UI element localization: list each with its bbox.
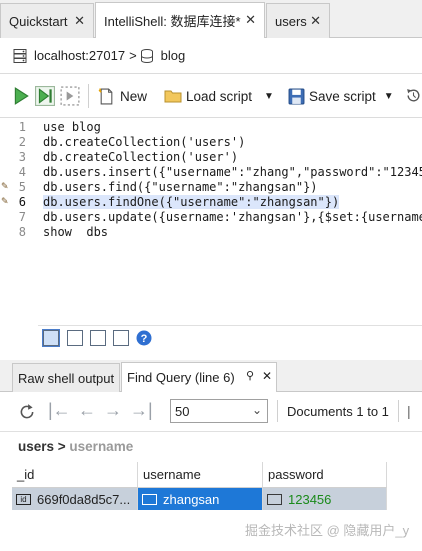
first-page-icon[interactable]: |← [48,400,71,421]
tab-intellishell[interactable]: IntelliShell: 数据库连接* ✕ [95,2,265,38]
save-icon [288,88,305,104]
refresh-icon[interactable] [18,403,36,421]
tab-intellishell-label: IntelliShell: 数据库连接* [104,14,241,29]
server-icon [13,48,27,63]
page-size-value: 50 [175,403,190,419]
pager-icon[interactable]: | [407,403,411,419]
tab-users[interactable]: users ✕ [266,3,330,38]
run-icon[interactable] [12,86,30,106]
breadcrumb-separator: > [129,48,137,63]
chevron-down-icon[interactable]: ▼ [384,91,394,102]
code-line[interactable]: db.createCollection('users') [43,135,245,149]
save-script-button[interactable]: Save script ▼ [288,84,394,108]
code-line[interactable]: db.users.update({username:'zhangsan'},{$… [43,210,422,224]
close-icon[interactable]: ✕ [245,12,256,28]
toolbar-divider [398,400,399,422]
code-line[interactable]: db.users.find({"username":"zhangsan"}) [43,180,318,194]
line-number: 6 [18,195,26,209]
result-tab-bar: Raw shell output Find Query (line 6) ⚲ ✕ [0,360,422,392]
next-page-icon[interactable]: → [104,400,122,421]
svg-text:?: ? [141,333,148,345]
pin-icon[interactable]: ⚲ [246,369,254,382]
result-collection[interactable]: users [18,439,54,454]
cell-password-value: 123456 [288,491,332,507]
page-size-select[interactable]: 50 ⌄ [170,399,268,423]
close-icon[interactable]: ✕ [74,13,85,29]
tab-users-label: users [275,13,307,29]
tab-find-query-label: Find Query (line 6) [127,370,235,385]
column-header-id[interactable]: _id [12,462,138,488]
run-line-icon[interactable] [35,85,55,107]
toolbar-divider [88,84,89,108]
close-icon[interactable]: ✕ [310,13,321,29]
code-line[interactable]: show dbs [43,225,108,239]
code-line[interactable]: db.users.insert({"username":"zhang","pas… [43,165,422,179]
tab-quickstart-label: Quickstart [9,13,68,29]
string-type-icon [267,493,282,505]
run-selection-icon[interactable] [60,85,80,107]
line-number: 1 [18,120,26,134]
documents-range-label: Documents 1 to 1 [287,404,389,419]
last-page-icon[interactable]: →| [130,400,153,421]
cell-password[interactable]: 123456 [263,488,387,510]
watermark: 掘金技术社区 @ 隐藏用户_y [245,523,410,538]
line-number: 8 [18,225,26,239]
save-script-label: Save script [309,88,376,104]
new-button-label: New [120,88,148,104]
line-number: 5 [18,180,26,194]
close-icon[interactable]: ✕ [262,369,272,383]
editor-view-bar: ? [0,326,422,352]
tab-quickstart[interactable]: Quickstart ✕ [0,3,94,38]
chevron-down-icon: ⌄ [251,403,262,417]
object-id-icon: id [16,493,31,505]
column-header-password[interactable]: password [263,462,387,488]
script-editor[interactable]: 1 2 3 4 ✎ 5 ✎ 6 7 8 use blog db.createCo… [0,118,422,326]
code-line[interactable]: use blog [43,120,101,134]
column-header-username[interactable]: username [138,462,263,488]
grid-view-icon[interactable] [42,329,60,347]
line-number: 4 [18,165,26,179]
connection-breadcrumb: localhost:27017 > blog [0,38,422,74]
history-icon[interactable] [405,87,422,104]
cell-username-value: zhangsan [163,491,220,507]
tab-raw-shell-output-label: Raw shell output [18,370,115,386]
line-number: 3 [18,150,26,164]
cell-username[interactable]: zhangsan [138,488,263,510]
path-separator: > [54,439,70,454]
connection-host[interactable]: localhost:27017 [34,48,125,63]
tab-raw-shell-output[interactable]: Raw shell output [12,363,120,392]
current-code-line[interactable]: db.users.findOne({"username":"zhangsan"}… [43,195,340,209]
toolbar-divider [277,400,278,422]
new-button[interactable]: New [98,84,147,108]
result-path: users > username [18,439,133,454]
cell-id-value: 669f0da8d5c7... [37,491,131,507]
help-icon[interactable]: ? [136,330,152,346]
script-toolbar: New Load script ▼ Save script ▼ [0,74,422,118]
export-view-icon[interactable] [90,330,106,346]
tab-find-query[interactable]: Find Query (line 6) ⚲ ✕ [121,362,277,392]
new-document-icon [98,88,113,104]
result-field[interactable]: username [69,439,133,454]
line-number: 7 [18,210,26,224]
code-line[interactable]: db.createCollection('user') [43,150,238,164]
database-name[interactable]: blog [161,48,186,63]
load-script-label: Load script [186,88,253,104]
cell-id[interactable]: id 669f0da8d5c7... [12,488,138,510]
line-number: 2 [18,135,26,149]
line-number-gutter: 1 2 3 4 ✎ 5 ✎ 6 7 8 [0,118,38,326]
load-script-button[interactable]: Load script ▼ [164,84,274,108]
previous-page-icon[interactable]: ← [78,400,96,421]
import-view-icon[interactable] [113,330,129,346]
folder-icon [164,90,182,103]
document-tab-bar: Quickstart ✕ IntelliShell: 数据库连接* ✕ user… [0,0,422,38]
chevron-down-icon[interactable]: ▼ [264,91,274,102]
text-view-icon[interactable] [67,330,83,346]
string-type-icon [142,493,157,505]
database-icon [140,48,153,63]
